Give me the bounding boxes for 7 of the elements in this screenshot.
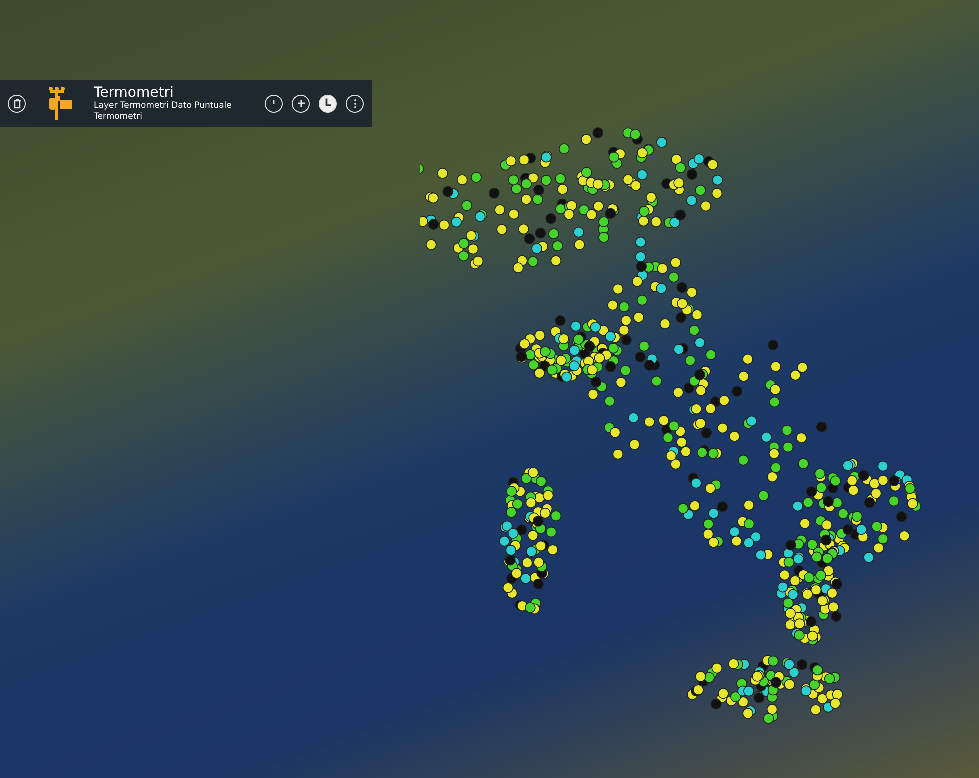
trash-icon[interactable] <box>8 94 26 112</box>
power-icon[interactable] <box>265 94 283 112</box>
layer-title: Termometri <box>94 84 175 100</box>
legend-button[interactable]: L <box>319 94 337 112</box>
add-icon[interactable] <box>292 94 310 112</box>
more-icon[interactable] <box>346 94 364 112</box>
layer-subtitle: Layer Termometri Dato Puntuale Termometri <box>94 100 233 122</box>
